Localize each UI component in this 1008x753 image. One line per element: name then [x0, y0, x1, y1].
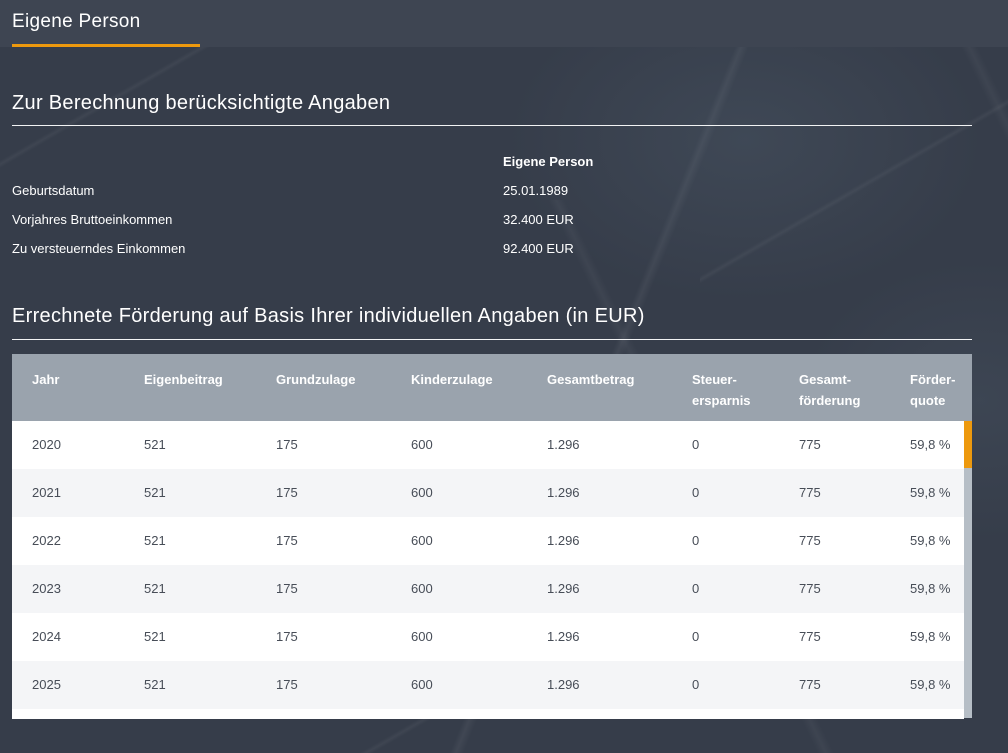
results-table-header-row: JahrEigenbeitragGrundzulageKinderzulageG…	[12, 354, 972, 421]
table-scrollbar-thumb[interactable]	[964, 421, 972, 468]
results-table-body: 20205211756001.296077559,8 %202152117560…	[12, 421, 972, 719]
table-cell: 59,8 %	[890, 661, 964, 709]
column-header: Steuer- ersparnis	[672, 354, 779, 421]
results-table-rows: 20205211756001.296077559,8 %202152117560…	[12, 421, 964, 719]
table-cell: 600	[391, 613, 527, 661]
table-row: 20235211756001.296077559,8 %	[12, 565, 964, 613]
table-cell: 0	[672, 565, 779, 613]
table-row: 20245211756001.296077559,8 %	[12, 613, 964, 661]
input-value: 25.01.1989	[503, 183, 972, 198]
results-table: JahrEigenbeitragGrundzulageKinderzulageG…	[12, 354, 972, 719]
table-cell: 0	[672, 661, 779, 709]
input-value: 32.400 EUR	[503, 212, 972, 227]
column-header: Förder- quote	[890, 354, 964, 421]
table-cell: 2023	[12, 565, 124, 613]
table-cell	[890, 709, 964, 719]
top-bar: Eigene Person	[0, 0, 1008, 47]
table-cell: 775	[779, 661, 890, 709]
table-cell: 0	[672, 421, 779, 469]
inputs-section-heading: Zur Berechnung berücksichtigte Angaben	[12, 90, 972, 116]
table-cell	[779, 709, 890, 719]
results-section-heading: Errechnete Förderung auf Basis Ihrer ind…	[12, 303, 972, 329]
inputs-grid-column-header: Eigene Person	[503, 154, 972, 169]
table-row: 20255211756001.296077559,8 %	[12, 661, 964, 709]
table-cell: 521	[124, 421, 256, 469]
table-cell: 0	[672, 469, 779, 517]
table-cell: 1.296	[527, 469, 672, 517]
page-title: Eigene Person	[12, 0, 200, 33]
table-row: 20215211756001.296077559,8 %	[12, 469, 964, 517]
table-cell: 2024	[12, 613, 124, 661]
page: Eigene Person Zur Berechnung berücksicht…	[0, 0, 1008, 753]
table-cell: 2022	[12, 517, 124, 565]
table-row: 20205211756001.296077559,8 %	[12, 421, 964, 469]
input-label: Vorjahres Bruttoeinkommen	[12, 212, 503, 227]
table-cell: 521	[124, 613, 256, 661]
table-cell: 175	[256, 661, 391, 709]
table-cell: 600	[391, 565, 527, 613]
column-header: Gesamtbetrag	[527, 354, 672, 421]
table-cell: 1.296	[527, 517, 672, 565]
inputs-grid-row: Geburtsdatum 25.01.1989	[12, 176, 972, 205]
table-cell: 1.296	[527, 565, 672, 613]
table-cell	[391, 709, 527, 719]
table-cell: 775	[779, 517, 890, 565]
table-cell: 59,8 %	[890, 565, 964, 613]
column-header: Kinderzulage	[391, 354, 527, 421]
table-cell: 1.296	[527, 613, 672, 661]
column-header: Eigenbeitrag	[124, 354, 256, 421]
table-cell	[124, 709, 256, 719]
table-cell: 175	[256, 469, 391, 517]
table-cell: 59,8 %	[890, 421, 964, 469]
table-cell: 0	[672, 517, 779, 565]
table-cell	[672, 709, 779, 719]
table-cell: 175	[256, 421, 391, 469]
table-cell: 521	[124, 517, 256, 565]
table-cell: 175	[256, 517, 391, 565]
table-cell: 775	[779, 421, 890, 469]
section-divider	[12, 125, 972, 126]
table-cell: 521	[124, 661, 256, 709]
table-cell: 775	[779, 469, 890, 517]
table-cell: 775	[779, 613, 890, 661]
table-row	[12, 709, 964, 719]
table-cell: 59,8 %	[890, 469, 964, 517]
table-cell: 600	[391, 661, 527, 709]
section-divider	[12, 339, 972, 340]
table-cell: 600	[391, 421, 527, 469]
table-cell	[12, 709, 124, 719]
table-cell: 175	[256, 613, 391, 661]
table-cell: 775	[779, 565, 890, 613]
table-cell: 59,8 %	[890, 613, 964, 661]
table-cell: 0	[672, 613, 779, 661]
input-label: Zu versteuerndes Einkommen	[12, 241, 503, 256]
table-cell: 2020	[12, 421, 124, 469]
table-cell: 2021	[12, 469, 124, 517]
column-header: Gesamt- förderung	[779, 354, 890, 421]
table-cell	[527, 709, 672, 719]
table-row: 20225211756001.296077559,8 %	[12, 517, 964, 565]
input-label: Geburtsdatum	[12, 183, 503, 198]
table-cell: 600	[391, 517, 527, 565]
input-value: 92.400 EUR	[503, 241, 972, 256]
table-cell: 600	[391, 469, 527, 517]
column-header: Grundzulage	[256, 354, 391, 421]
tab-eigene-person[interactable]: Eigene Person	[12, 0, 200, 47]
inputs-grid-row: Vorjahres Bruttoeinkommen 32.400 EUR	[12, 205, 972, 234]
table-cell: 2025	[12, 661, 124, 709]
table-cell: 175	[256, 565, 391, 613]
column-header: Jahr	[12, 354, 124, 421]
table-cell: 521	[124, 469, 256, 517]
main-content: Zur Berechnung berücksichtigte Angaben E…	[12, 47, 972, 719]
table-cell: 59,8 %	[890, 517, 964, 565]
table-cell	[256, 709, 391, 719]
inputs-grid: Eigene Person Geburtsdatum 25.01.1989 Vo…	[12, 147, 972, 263]
table-scrollbar[interactable]	[964, 421, 972, 718]
table-cell: 1.296	[527, 661, 672, 709]
inputs-grid-header-row: Eigene Person	[12, 147, 972, 176]
table-cell: 1.296	[527, 421, 672, 469]
table-cell: 521	[124, 565, 256, 613]
inputs-grid-row: Zu versteuerndes Einkommen 92.400 EUR	[12, 234, 972, 263]
